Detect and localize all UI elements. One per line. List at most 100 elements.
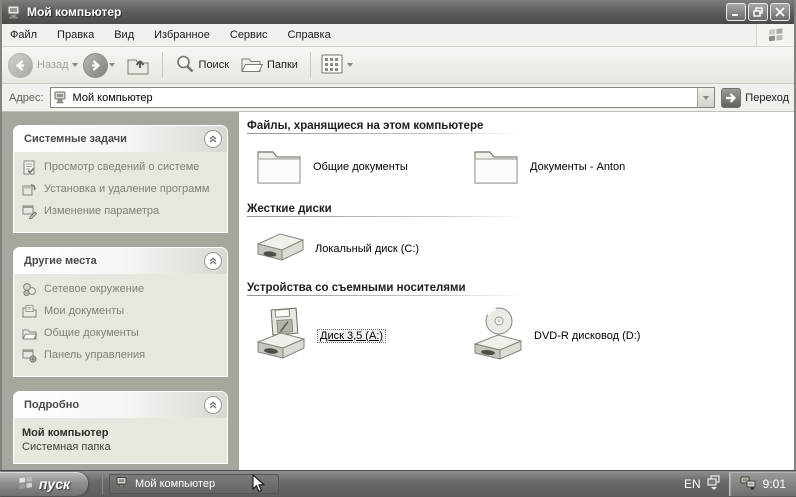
go-arrow-icon (721, 87, 742, 108)
search-button[interactable]: Поиск (169, 50, 235, 80)
network-tray-icon[interactable] (740, 475, 756, 493)
panel-header[interactable]: Другие места (14, 248, 227, 274)
network-places-icon (22, 282, 38, 298)
menu-tools[interactable]: Сервис (220, 24, 278, 46)
taskbar-divider (102, 474, 103, 494)
taskbar: пуск Мой компьютер EN 9:01 (0, 470, 796, 497)
panel-title: Системные задачи (24, 133, 127, 145)
drive-tile-label: Локальный диск (C:) (315, 242, 420, 255)
control-panel-icon (22, 348, 38, 364)
details-item-type: Системная папка (22, 441, 111, 453)
sidebar-item-label: Просмотр сведений о системе (44, 161, 200, 173)
add-remove-programs-icon (22, 182, 38, 198)
shared-documents-icon (22, 326, 38, 342)
address-input[interactable]: Мой компьютер (49, 87, 716, 108)
menu-file[interactable]: Файл (2, 24, 47, 46)
go-button[interactable]: Переход (721, 87, 789, 108)
back-button[interactable] (8, 52, 33, 78)
taskbar-item-label: Мой компьютер (135, 478, 216, 490)
search-icon (175, 54, 195, 77)
system-tray: 9:01 (728, 472, 796, 496)
group-divider (247, 295, 523, 296)
clock[interactable]: 9:01 (763, 477, 786, 491)
language-options-icon[interactable] (707, 474, 721, 494)
screen: Мой компьютер Файл Правка Вид Избранное … (0, 0, 796, 497)
my-documents-icon (22, 304, 38, 320)
file-tile-shared-documents[interactable]: Общие документы (255, 144, 472, 189)
folder-icon (255, 144, 303, 189)
system-info-icon (22, 160, 38, 176)
my-computer-icon (54, 90, 69, 105)
windows-logo-icon (756, 24, 794, 46)
chevron-up-icon[interactable] (204, 130, 222, 148)
views-button[interactable] (317, 50, 362, 80)
sidebar-item-shared-documents[interactable]: Общие документы (22, 327, 219, 342)
sidebar-item-label: Изменение параметра (44, 205, 160, 217)
menu-help[interactable]: Справка (278, 24, 341, 46)
group-title-hard-disks: Жесткие диски (247, 203, 332, 215)
start-label: пуск (38, 476, 71, 492)
floppy-drive-icon (255, 306, 307, 365)
drive-tile-dvd-d[interactable]: DVD-R дисковод (D:) (472, 306, 689, 365)
menu-favorites[interactable]: Избранное (144, 24, 220, 46)
back-label: Назад (37, 59, 69, 71)
main-area: Системные задачи Просмотр сведений о сис… (2, 112, 794, 470)
menu-view[interactable]: Вид (104, 24, 144, 46)
sidebar-item-change-setting[interactable]: Изменение параметра (22, 205, 219, 220)
panel-header[interactable]: Подробно (14, 392, 227, 418)
forward-button[interactable] (82, 52, 108, 78)
panel-header[interactable]: Системные задачи (14, 126, 227, 152)
menu-edit[interactable]: Правка (47, 24, 104, 46)
chevron-up-icon[interactable] (204, 396, 222, 414)
sidebar-item-system-info[interactable]: Просмотр сведений о системе (22, 160, 219, 176)
views-dropdown-icon[interactable] (346, 63, 353, 67)
address-value: Мой компьютер (72, 91, 153, 104)
forward-dropdown-icon[interactable] (108, 63, 115, 67)
sidebar-item-my-documents[interactable]: Мои документы (22, 305, 219, 320)
go-label: Переход (745, 91, 789, 104)
toolbar-separator (161, 52, 163, 78)
panel-title: Подробно (24, 399, 80, 411)
my-computer-icon (7, 4, 23, 20)
sidebar-item-network-places[interactable]: Сетевое окружение (22, 283, 219, 298)
drive-tile-floppy-a[interactable]: Диск 3,5 (А:) (255, 306, 472, 365)
language-indicator[interactable]: EN (684, 477, 701, 491)
group-divider (247, 133, 523, 134)
folder-icon (472, 144, 520, 189)
sidebar-item-add-remove-programs[interactable]: Установка и удаление программ (22, 183, 219, 198)
window-title: Мой компьютер (27, 5, 122, 19)
sidebar-item-label: Общие документы (44, 327, 139, 339)
chevron-up-icon[interactable] (204, 252, 222, 270)
folders-label: Папки (267, 59, 298, 71)
panel-other-places: Другие места Сетевое окружение Мои докум… (13, 247, 228, 377)
sidebar: Системные задачи Просмотр сведений о сис… (2, 112, 239, 470)
drive-tile-local-disk-c[interactable]: Локальный диск (C:) (255, 229, 472, 268)
addressbar: Адрес: Мой компьютер Переход (2, 84, 794, 112)
start-button[interactable]: пуск (0, 472, 88, 496)
window-controls (726, 3, 790, 21)
menubar: Файл Правка Вид Избранное Сервис Справка (2, 24, 794, 47)
close-button[interactable] (770, 3, 790, 21)
sidebar-item-label: Сетевое окружение (44, 283, 145, 295)
folders-button[interactable]: Папки (235, 50, 304, 80)
minimize-button[interactable] (726, 3, 746, 21)
toolbar-separator (309, 52, 311, 78)
file-list-area: Файлы, хранящиеся на этом компьютере Общ… (239, 112, 794, 470)
restore-button[interactable] (748, 3, 768, 21)
file-tile-label: Документы - Anton (530, 160, 626, 173)
back-dropdown-icon[interactable] (71, 63, 78, 67)
titlebar[interactable]: Мой компьютер (2, 0, 794, 24)
group-title-removable: Устройства со съемными носителями (247, 282, 466, 294)
hard-disk-icon (255, 229, 305, 268)
sidebar-item-control-panel[interactable]: Панель управления (22, 349, 219, 364)
group-divider (247, 216, 523, 217)
drive-tile-label: Диск 3,5 (А:) (317, 328, 387, 343)
up-button[interactable] (120, 50, 156, 80)
file-tile-label: Общие документы (313, 160, 408, 173)
file-tile-documents-anton[interactable]: Документы - Anton (472, 144, 689, 189)
mouse-cursor (252, 473, 266, 496)
group-title-files: Файлы, хранящиеся на этом компьютере (247, 120, 484, 132)
chevron-down-icon (703, 95, 710, 100)
address-dropdown-button[interactable] (697, 88, 715, 107)
language-bar[interactable]: EN (676, 471, 729, 497)
